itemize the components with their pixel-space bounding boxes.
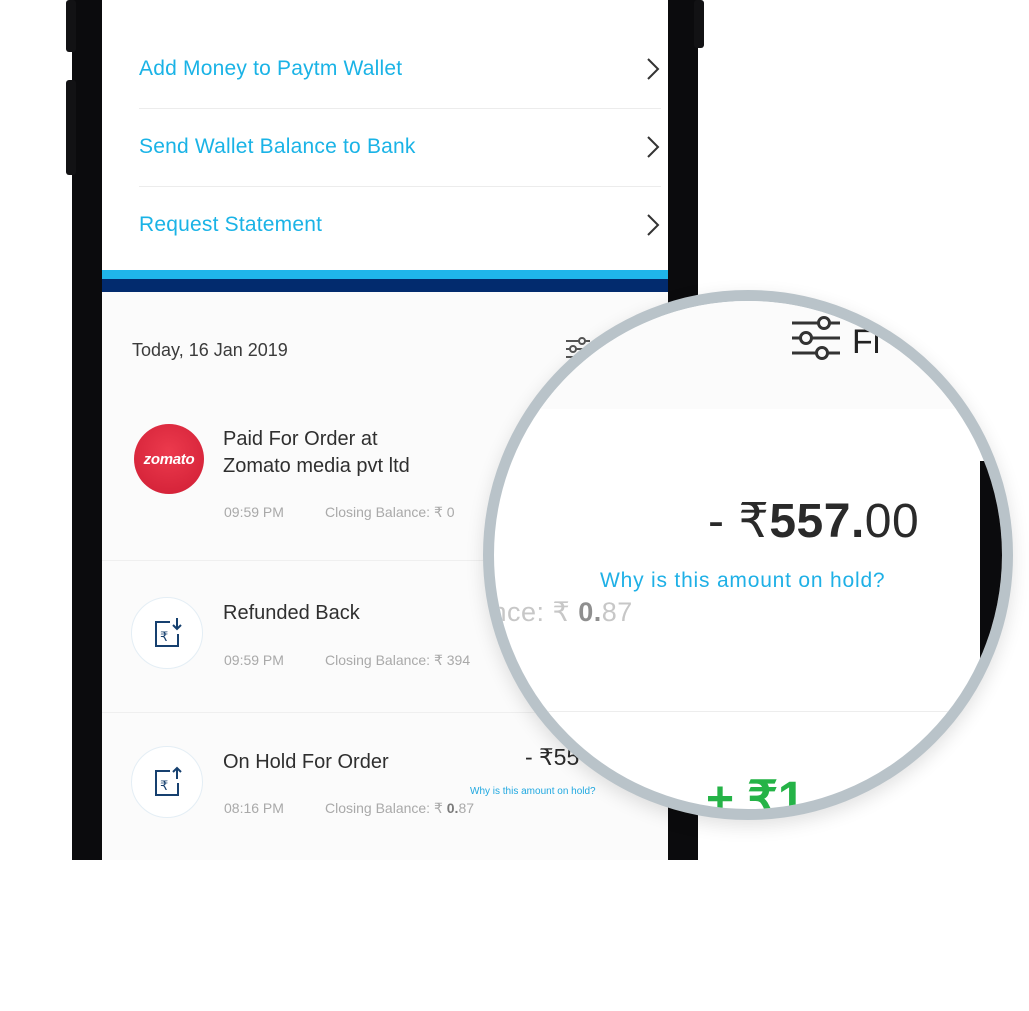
magnifier-zoom: Fi - ₹557.00 Why is this amount on hold?… <box>483 290 1013 820</box>
closing-balance-value-rest: 87 <box>458 800 475 816</box>
filter-icon <box>790 315 842 366</box>
zoomed-closing-value: 0. <box>578 597 602 627</box>
zoomed-closing-label: ance: ₹ <box>483 597 571 627</box>
closing-balance: Closing Balance: ₹ 0 <box>325 504 455 520</box>
closing-balance: Closing Balance: ₹ 394 <box>325 652 471 668</box>
transaction-time: 08:16 PM <box>224 800 284 816</box>
zoomed-hold-info-link[interactable]: Why is this amount on hold? <box>600 569 885 593</box>
chevron-right-icon <box>645 212 661 238</box>
closing-balance-label: Closing Balance: ₹ <box>325 800 443 816</box>
closing-balance: Closing Balance: ₹ 0.87 <box>325 800 474 817</box>
zoomed-closing-balance: ance: ₹ 0.87 <box>483 597 633 628</box>
brand-banner <box>102 270 668 292</box>
menu-item-label: Send Wallet Balance to Bank <box>139 135 416 158</box>
menu-item-request-statement[interactable]: Request Statement <box>139 186 661 264</box>
rupee-download-icon: ₹ <box>131 597 203 669</box>
zoomed-amount: - ₹557.00 <box>708 493 919 549</box>
phone-side-button <box>66 0 76 52</box>
row-divider <box>494 711 1002 712</box>
transaction-time: 09:59 PM <box>224 652 284 668</box>
transaction-title[interactable]: Refunded Back <box>223 600 360 627</box>
menu-item-label: Request Statement <box>139 213 323 236</box>
menu-item-label: Add Money to Paytm Wallet <box>139 57 403 80</box>
filter-label: Fi <box>852 323 881 361</box>
zoomed-closing-rest: 87 <box>601 597 633 627</box>
chevron-right-icon <box>645 56 661 82</box>
transaction-time: 09:59 PM <box>224 504 284 520</box>
chevron-right-icon <box>645 134 661 160</box>
svg-text:₹: ₹ <box>160 779 168 794</box>
closing-balance-value: 0. <box>446 800 459 816</box>
zoomed-amount-prefix: - ₹ <box>708 495 770 548</box>
magnifier-header <box>494 301 1002 409</box>
page-background <box>40 860 740 1011</box>
menu-item-add-money[interactable]: Add Money to Paytm Wallet <box>139 30 661 109</box>
phone-volume-button <box>66 80 76 175</box>
transaction-title[interactable]: On Hold For Order <box>223 749 389 776</box>
rupee-upload-icon: ₹ <box>131 746 203 818</box>
svg-text:₹: ₹ <box>160 630 168 645</box>
phone-power-button <box>694 0 704 48</box>
transaction-title-line2: Zomato media pvt ltd <box>223 455 410 477</box>
magnifier-content: Fi - ₹557.00 Why is this amount on hold?… <box>494 301 1002 809</box>
transaction-title-line1: Paid For Order at <box>223 428 378 450</box>
phone-edge <box>980 461 1002 809</box>
zoomed-amount-main: 557. <box>769 495 865 548</box>
zoomed-credit-amount: + ₹1 <box>706 773 805 820</box>
date-header: Today, 16 Jan 2019 <box>132 340 288 360</box>
zomato-logo: zomato <box>134 424 204 494</box>
transaction-title[interactable]: Paid For Order at Zomato media pvt ltd <box>223 426 410 480</box>
zoomed-amount-decimal: 00 <box>864 495 920 548</box>
menu-item-send-to-bank[interactable]: Send Wallet Balance to Bank <box>139 108 661 187</box>
